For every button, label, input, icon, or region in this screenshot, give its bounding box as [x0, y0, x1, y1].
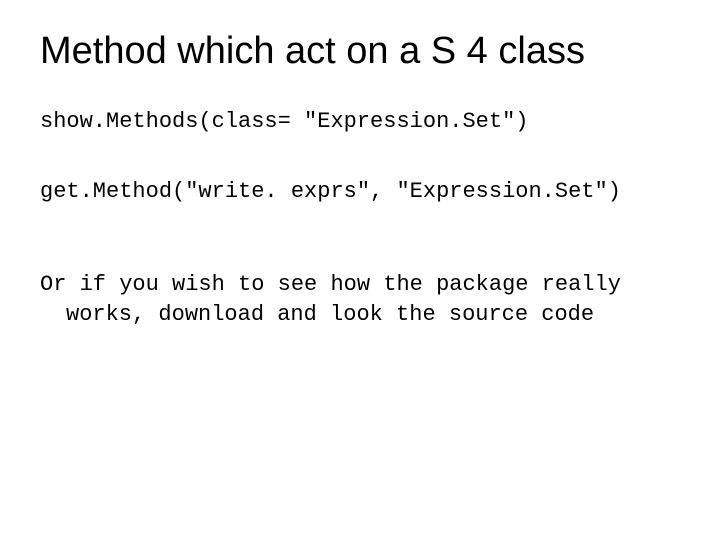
- note-line-2: works, download and look the source code: [40, 300, 680, 330]
- note-line-1: Or if you wish to see how the package re…: [40, 272, 621, 297]
- note-text: Or if you wish to see how the package re…: [40, 270, 680, 329]
- code-line-1: show.Methods(class= "Expression.Set"): [40, 107, 680, 137]
- code-line-2: get.Method("write. exprs", "Expression.S…: [40, 177, 680, 207]
- slide-title: Method which act on a S 4 class: [40, 30, 680, 73]
- slide: Method which act on a S 4 class show.Met…: [0, 0, 720, 540]
